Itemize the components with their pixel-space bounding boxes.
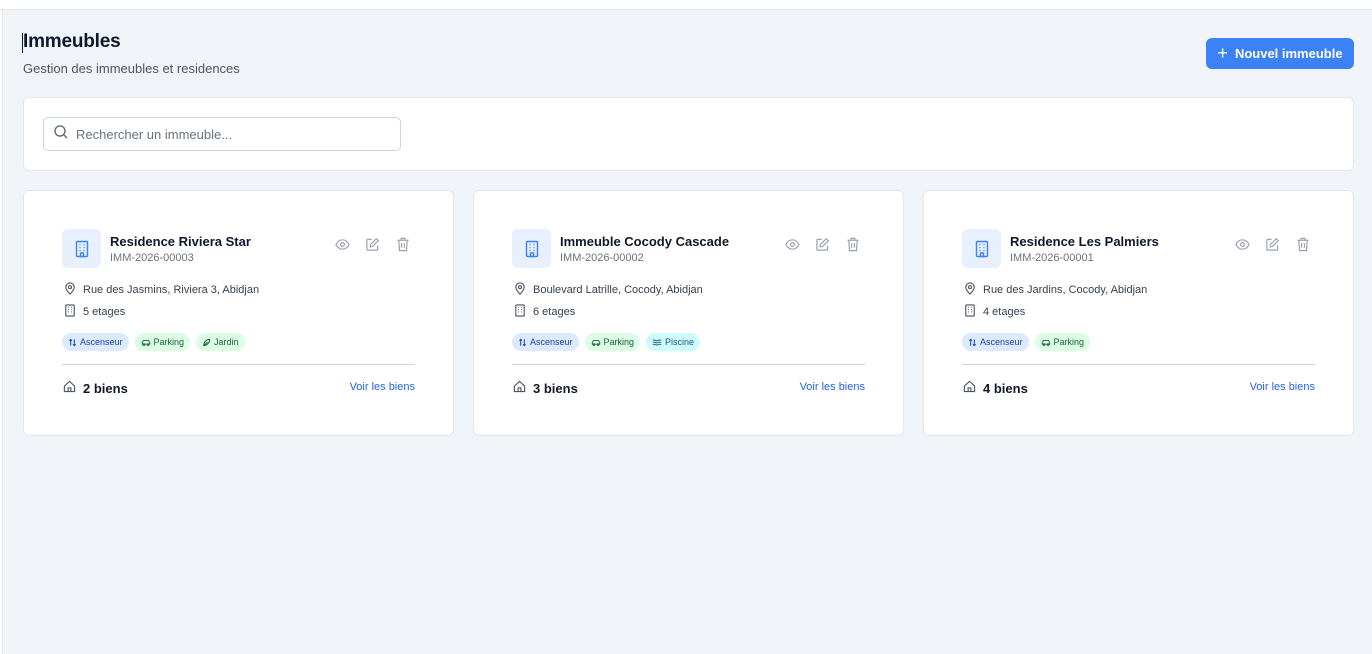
building-ref: IMM-2026-00002 <box>560 252 644 264</box>
amenity-label: Ascenseur <box>530 337 573 347</box>
new-building-button[interactable]: + Nouvel immeuble <box>1206 38 1354 69</box>
building-address: Rue des Jardins, Cocody, Abidjan <box>983 284 1148 296</box>
sidebar-edge <box>0 10 3 654</box>
view-units-link[interactable]: Voir les biens <box>1250 381 1315 393</box>
address-row: Boulevard Latrille, Cocody, Abidjan <box>514 282 703 298</box>
units-count-row: 4 biens <box>963 380 1028 396</box>
building-name: Residence Les Palmiers <box>1010 234 1159 249</box>
amenity-tag: Jardin <box>196 333 245 351</box>
building-card: Residence Les Palmiers IMM-2026-00001 Ru… <box>923 190 1354 436</box>
search-icon <box>53 124 69 145</box>
building-card: Residence Riviera Star IMM-2026-00003 Ru… <box>23 190 454 436</box>
building-floors: 5 etages <box>83 306 126 318</box>
search-input[interactable] <box>76 126 386 142</box>
trash-icon[interactable] <box>844 236 861 253</box>
amenity-label: Parking <box>1053 337 1085 347</box>
elevator-icon <box>968 338 977 347</box>
units-count-row: 2 biens <box>63 380 128 396</box>
car-icon <box>141 338 151 347</box>
car-icon <box>591 338 601 347</box>
floors-building-icon <box>64 304 76 320</box>
page-title: Immeubles <box>23 31 121 52</box>
map-pin-icon <box>964 282 976 298</box>
building-ref: IMM-2026-00003 <box>110 252 194 264</box>
amenity-tags: Ascenseur Parking <box>962 333 1091 351</box>
page-subtitle: Gestion des immeubles et residences <box>23 61 240 76</box>
floors-row: 6 etages <box>514 304 575 320</box>
units-count: 4 biens <box>983 380 1028 396</box>
top-bar-edge <box>0 0 1372 10</box>
amenity-tag: Ascenseur <box>962 333 1029 351</box>
view-units-link[interactable]: Voir les biens <box>350 381 415 393</box>
floors-row: 5 etages <box>64 304 125 320</box>
amenity-tags: Ascenseur Parking Piscine <box>512 333 701 351</box>
card-actions <box>334 236 411 253</box>
building-ref: IMM-2026-00001 <box>1010 252 1094 264</box>
search-panel <box>23 97 1354 171</box>
building-name: Immeuble Cocody Cascade <box>560 234 730 249</box>
card-actions <box>1234 236 1311 253</box>
card-divider <box>62 364 415 365</box>
floors-row: 4 etages <box>964 304 1025 320</box>
trash-icon[interactable] <box>1294 236 1311 253</box>
view-eye-icon[interactable] <box>784 236 801 253</box>
trash-icon[interactable] <box>394 236 411 253</box>
amenity-tag: Ascenseur <box>62 333 129 351</box>
edit-icon[interactable] <box>814 236 831 253</box>
building-icon <box>962 229 1001 268</box>
car-icon <box>1041 338 1051 347</box>
card-divider <box>512 364 865 365</box>
card-divider <box>962 364 1315 365</box>
view-eye-icon[interactable] <box>334 236 351 253</box>
amenity-label: Parking <box>153 337 185 347</box>
elevator-icon <box>518 338 527 347</box>
plus-icon: + <box>1217 42 1228 63</box>
building-address: Rue des Jasmins, Riviera 3, Abidjan <box>83 284 260 296</box>
building-name: Residence Riviera Star <box>110 234 251 249</box>
amenity-label: Jardin <box>214 337 239 347</box>
building-icon <box>62 229 101 268</box>
waves-icon <box>652 338 662 347</box>
view-eye-icon[interactable] <box>1234 236 1251 253</box>
building-floors: 6 etages <box>533 306 576 318</box>
amenity-tag: Ascenseur <box>512 333 579 351</box>
amenity-tag: Parking <box>134 333 191 351</box>
amenity-tags: Ascenseur Parking Jardin <box>62 333 245 351</box>
edit-icon[interactable] <box>364 236 381 253</box>
leaf-icon <box>202 338 211 347</box>
search-box[interactable] <box>43 117 401 151</box>
home-icon <box>963 380 976 396</box>
amenity-label: Ascenseur <box>980 337 1023 347</box>
amenity-tag: Parking <box>584 333 641 351</box>
card-actions <box>784 236 861 253</box>
address-row: Rue des Jasmins, Riviera 3, Abidjan <box>64 282 259 298</box>
amenity-label: Piscine <box>665 337 695 347</box>
units-count-row: 3 biens <box>513 380 578 396</box>
edit-icon[interactable] <box>1264 236 1281 253</box>
building-icon <box>512 229 551 268</box>
amenity-label: Parking <box>603 337 635 347</box>
building-address: Boulevard Latrille, Cocody, Abidjan <box>533 284 703 296</box>
amenity-label: Ascenseur <box>80 337 123 347</box>
address-row: Rue des Jardins, Cocody, Abidjan <box>964 282 1147 298</box>
amenity-tag: Parking <box>1034 333 1091 351</box>
home-icon <box>63 380 76 396</box>
new-building-button-label: Nouvel immeuble <box>1234 46 1343 61</box>
floors-building-icon <box>514 304 526 320</box>
map-pin-icon <box>64 282 76 298</box>
floors-building-icon <box>964 304 976 320</box>
map-pin-icon <box>514 282 526 298</box>
building-floors: 4 etages <box>983 306 1026 318</box>
elevator-icon <box>68 338 77 347</box>
building-card: Immeuble Cocody Cascade IMM-2026-00002 B… <box>473 190 904 436</box>
amenity-tag: Piscine <box>646 333 701 351</box>
units-count: 2 biens <box>83 380 128 396</box>
home-icon <box>513 380 526 396</box>
view-units-link[interactable]: Voir les biens <box>800 381 865 393</box>
units-count: 3 biens <box>533 380 578 396</box>
